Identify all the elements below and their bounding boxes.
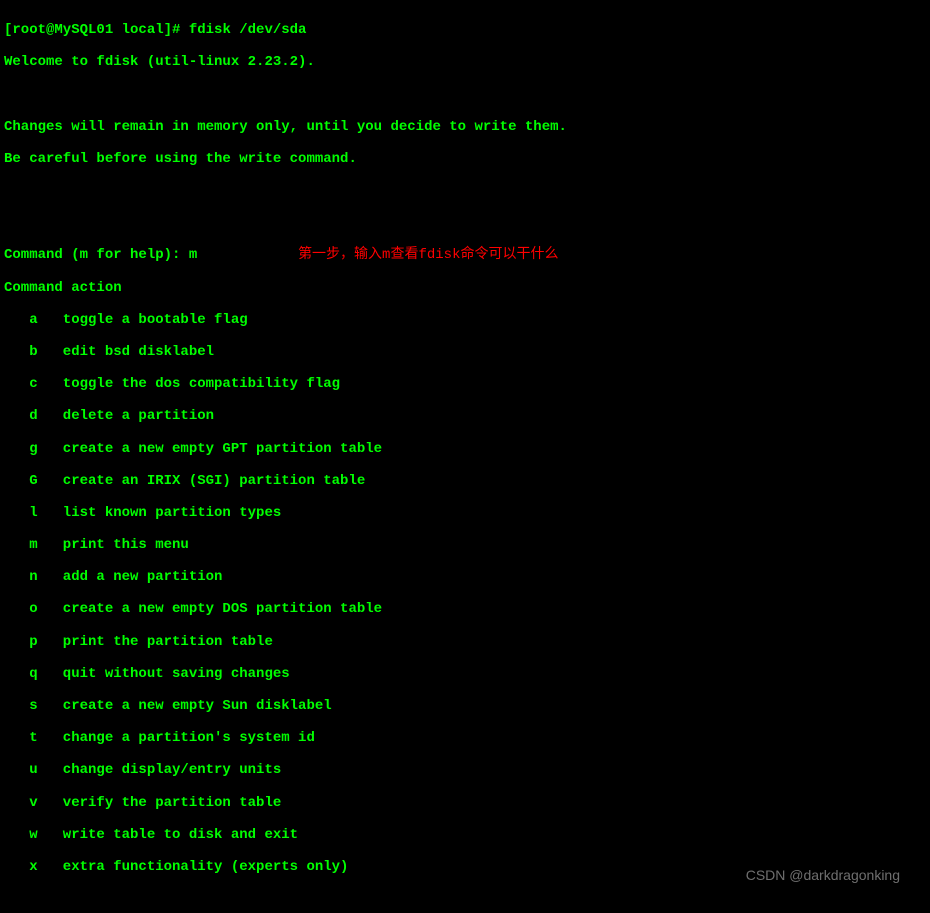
action-n: n add a new partition xyxy=(4,569,926,585)
action-a: a toggle a bootable flag xyxy=(4,312,926,328)
shell-command: fdisk /dev/sda xyxy=(189,22,307,38)
shell-prompt: [root@MySQL01 local]# xyxy=(4,22,189,38)
terminal-window[interactable]: [root@MySQL01 local]# fdisk /dev/sda Wel… xyxy=(0,0,930,913)
action-o: o create a new empty DOS partition table xyxy=(4,601,926,617)
action-u: u change display/entry units xyxy=(4,762,926,778)
welcome-line: Welcome to fdisk (util-linux 2.23.2). xyxy=(4,54,926,70)
action-m: m print this menu xyxy=(4,537,926,553)
action-b: b edit bsd disklabel xyxy=(4,344,926,360)
action-G: G create an IRIX (SGI) partition table xyxy=(4,473,926,489)
action-g: g create a new empty GPT partition table xyxy=(4,441,926,457)
action-w: w write table to disk and exit xyxy=(4,827,926,843)
changes-line-1: Changes will remain in memory only, unti… xyxy=(4,119,926,135)
action-c: c toggle the dos compatibility flag xyxy=(4,376,926,392)
action-v: v verify the partition table xyxy=(4,795,926,811)
action-p: p print the partition table xyxy=(4,634,926,650)
action-q: q quit without saving changes xyxy=(4,666,926,682)
action-s: s create a new empty Sun disklabel xyxy=(4,698,926,714)
command-action-header: Command action xyxy=(4,280,926,296)
action-t: t change a partition's system id xyxy=(4,730,926,746)
action-l: l list known partition types xyxy=(4,505,926,521)
action-d: d delete a partition xyxy=(4,408,926,424)
watermark: CSDN @darkdragonking xyxy=(746,867,900,883)
annotation-step1: 第一步，输入m查看fdisk命令可以干什么 xyxy=(298,247,558,263)
changes-line-2: Be careful before using the write comman… xyxy=(4,151,926,167)
cmd-help-m: Command (m for help): m xyxy=(4,247,197,263)
